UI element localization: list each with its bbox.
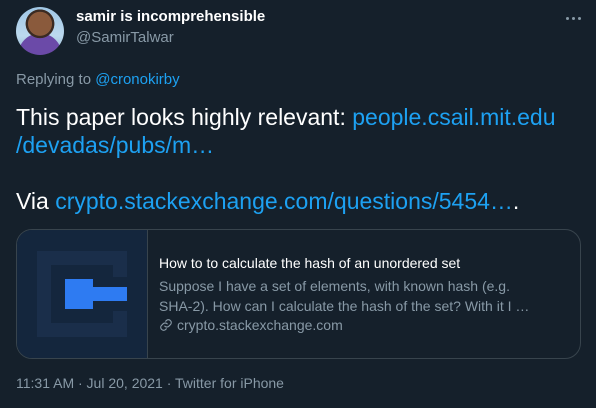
avatar[interactable] [16,7,64,55]
more-icon-dot [571,16,575,20]
tweet-timestamp[interactable]: 11:31 AM · Jul 20, 2021 · Twitter for iP… [16,375,284,391]
replying-to: Replying to @cronokirby [16,71,180,88]
replying-to-label: Replying to [16,71,92,88]
author-handle[interactable]: @SamirTalwar [76,29,174,46]
tweet-link[interactable]: /devadas/pubs/m… [16,132,214,158]
tweet: samir is incomprehensible @SamirTalwar R… [0,0,596,408]
more-icon-dot [577,16,581,20]
tweet-text: Via [16,188,56,214]
card-title: How to to calculate the hash of an unord… [159,255,461,271]
author-name[interactable]: samir is incomprehensible [76,8,265,25]
tweet-link[interactable]: people.csail.mit.edu [352,104,555,130]
link-preview-card[interactable]: How to to calculate the hash of an unord… [16,229,581,359]
more-options-button[interactable] [556,6,590,30]
card-description-line: SHA-2). How can I calculate the hash of … [159,298,530,314]
stackexchange-crypto-logo [17,230,147,358]
tweet-text: . [512,188,520,214]
more-icon [565,16,569,20]
tweet-text-line: /devadas/pubs/m… [16,131,584,159]
reply-mention-link[interactable]: @cronokirby [95,71,179,88]
tweet-text: This paper looks highly relevant: [16,104,353,130]
link-icon [160,319,172,331]
tweet-text-line: Via crypto.stackexchange.com/questions/5… [16,187,584,215]
card-description-line: Suppose I have a set of elements, with k… [159,278,510,294]
card-thumbnail [17,230,148,358]
card-domain-text: crypto.stackexchange.com [177,317,343,333]
card-domain: crypto.stackexchange.com [159,317,343,333]
card-description: Suppose I have a set of elements, with k… [159,276,569,316]
tweet-text-line: This paper looks highly relevant: people… [16,103,584,131]
tweet-link[interactable]: crypto.stackexchange.com/questions/5454… [55,188,513,214]
